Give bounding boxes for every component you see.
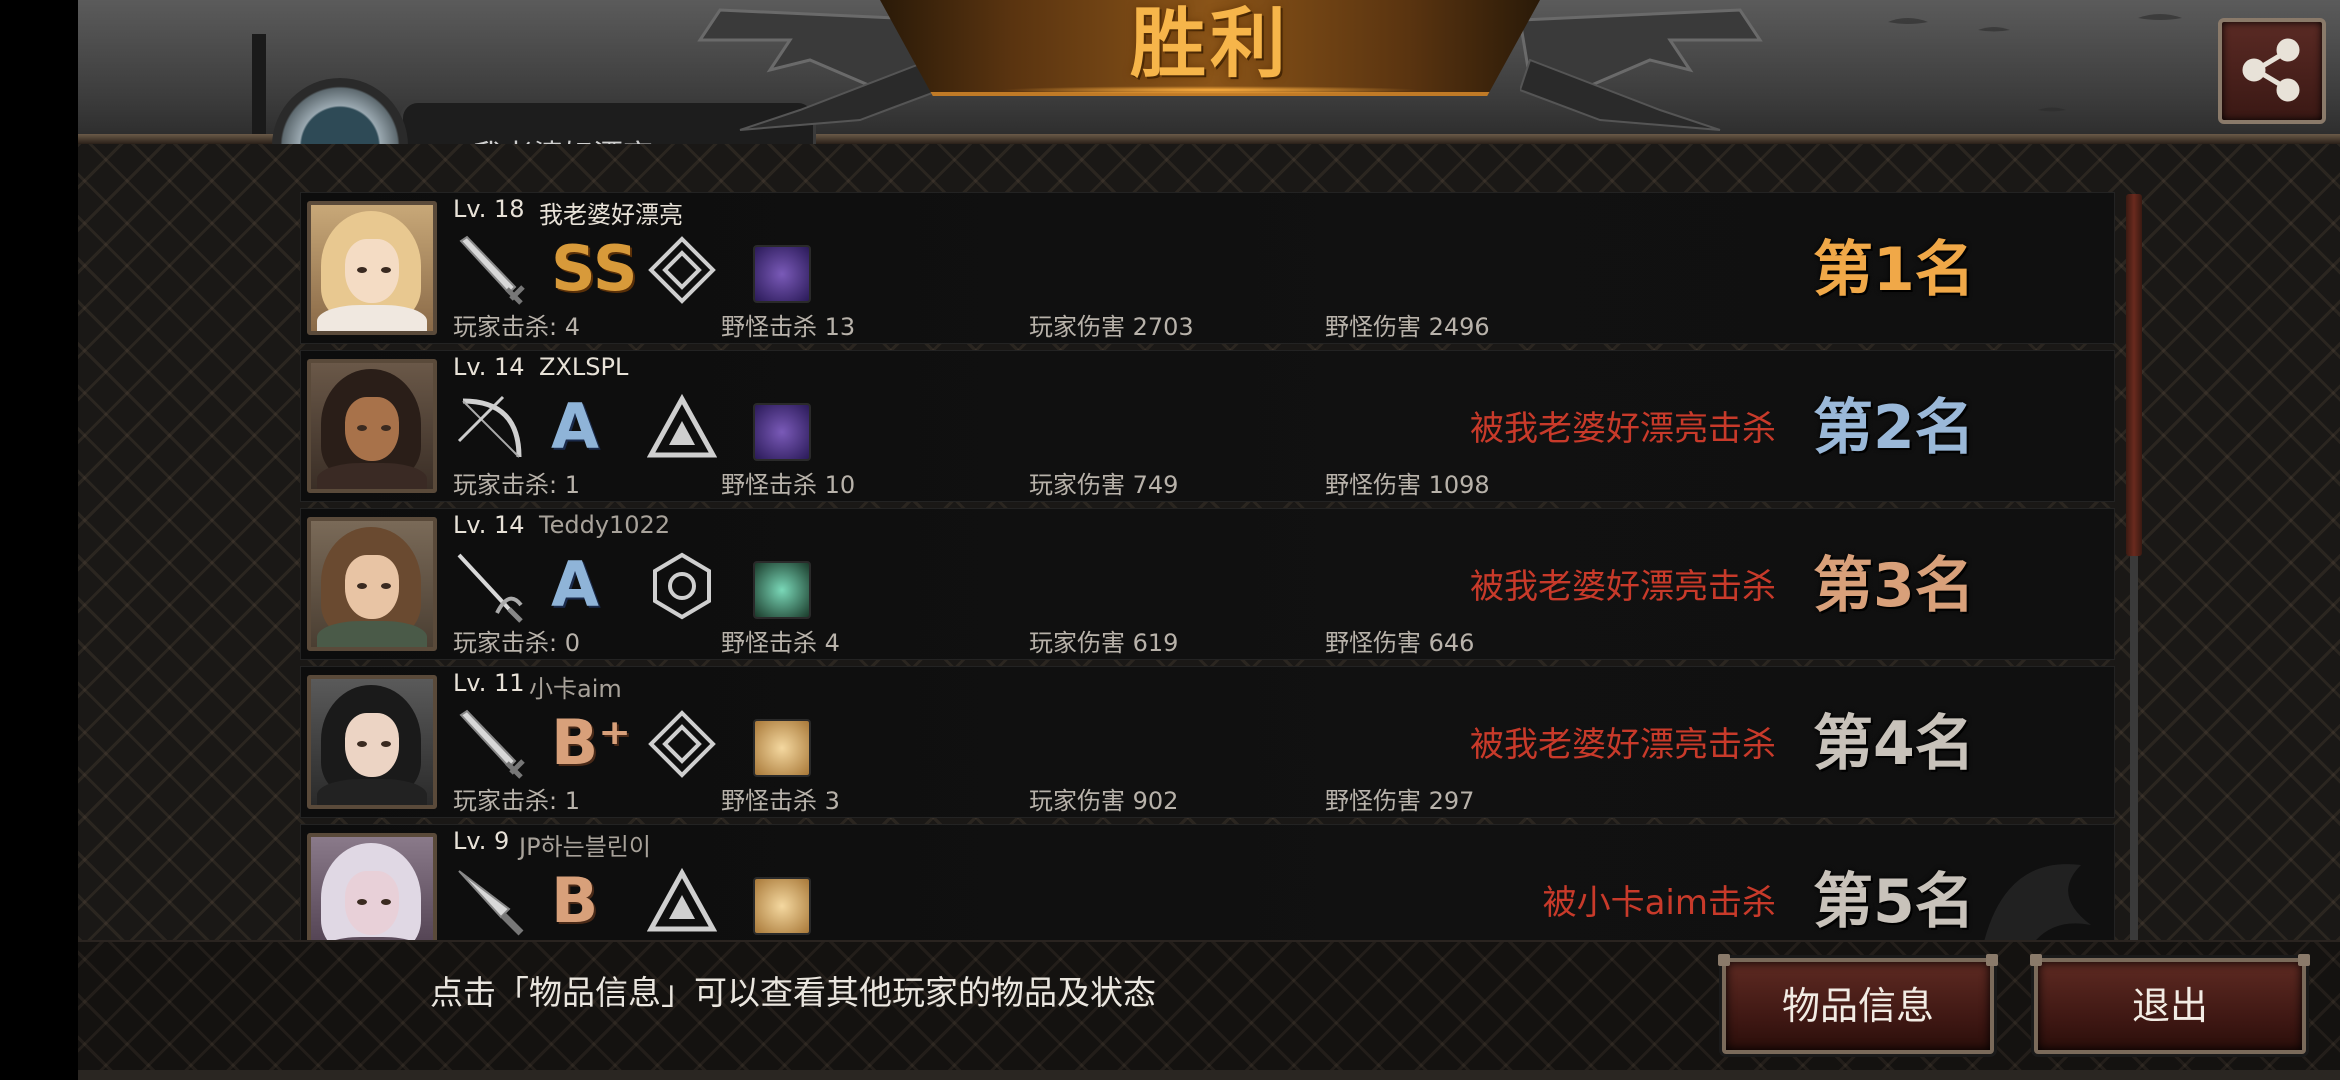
player-damage: 玩家伤害 2703: [1029, 313, 1194, 341]
title-glow: [1000, 86, 1420, 94]
player-results-list[interactable]: Lv. 18 我老婆好漂亮 SS 玩家击杀: 4 野怪击杀 13 玩家伤害 27…: [300, 192, 2115, 940]
triangle-rank-icon: [647, 867, 717, 932]
purple-beast-item-icon[interactable]: [753, 245, 811, 303]
rank-label: 第4名: [1813, 709, 1975, 779]
player-kills: 玩家击杀: 4: [453, 313, 580, 341]
list-scrollbar-thumb[interactable]: [2126, 194, 2142, 556]
monster-damage: 野怪伤害 1098: [1325, 471, 1490, 499]
bow-icon: [457, 395, 522, 458]
footer: [78, 940, 2340, 1080]
player-avatar: [307, 675, 437, 809]
monster-kills: 野怪击杀 10: [721, 471, 856, 499]
player-row-4[interactable]: Lv. 11 小卡aim B⁺ 玩家击杀: 1 野怪击杀 3 玩家伤害 902 …: [300, 666, 2115, 818]
player-damage: 玩家伤害 902: [1029, 787, 1179, 815]
player-avatar: [307, 517, 437, 651]
killed-by-text: 被我老婆好漂亮击杀: [1470, 725, 1776, 765]
share-icon: [2242, 38, 2300, 102]
player-avatar: [307, 359, 437, 493]
player-row-2[interactable]: Lv. 14 ZXLSPL A 玩家击杀: 1 野怪击杀 10 玩家伤害 749…: [300, 350, 2115, 502]
result-screen: 我老婆好漂亮 胜利: [0, 0, 2340, 1080]
player-kills: 玩家击杀: 1: [453, 787, 580, 815]
hint-text: 点击「物品信息」可以查看其他玩家的物品及状态: [430, 973, 1156, 1012]
grade-badge: A: [551, 390, 599, 463]
exit-button[interactable]: 退出: [2030, 954, 2310, 1054]
player-name: 小卡aim: [529, 675, 622, 703]
left-letterbox: [0, 0, 78, 1080]
killed-by-text: 被我老婆好漂亮击杀: [1470, 567, 1776, 607]
player-name: JP하는블린이: [519, 833, 651, 861]
monster-damage: 野怪伤害 2496: [1325, 313, 1490, 341]
player-name: Teddy1022: [539, 511, 671, 539]
player-avatar: [307, 833, 437, 940]
killed-by-text: 被我老婆好漂亮击杀: [1470, 409, 1776, 449]
player-level: Lv. 18: [453, 195, 525, 223]
player-row-3[interactable]: Lv. 14 Teddy1022 A 玩家击杀: 0 野怪击杀 4 玩家伤害 6…: [300, 508, 2115, 660]
player-kills: 玩家击杀: 1: [453, 471, 580, 499]
item-info-button[interactable]: 物品信息: [1718, 954, 1998, 1054]
rapier-icon: [457, 553, 523, 623]
hexagon-rank-icon: [653, 552, 711, 620]
page-title: 胜利: [1130, 0, 1290, 88]
player-damage: 玩家伤害 619: [1029, 629, 1179, 657]
bottom-border: [78, 1070, 2340, 1080]
monster-damage: 野怪伤害 646: [1325, 629, 1475, 657]
player-name: ZXLSPL: [539, 353, 629, 381]
player-damage: 玩家伤害 749: [1029, 471, 1179, 499]
rank-label: 第2名: [1813, 393, 1975, 463]
player-name: 我老婆好漂亮: [539, 201, 683, 229]
player-kills: 玩家击杀: 0: [453, 629, 580, 657]
bread-item-icon[interactable]: [753, 877, 811, 935]
player-level: Lv. 14: [453, 511, 525, 539]
purple-beast-item-icon[interactable]: [753, 403, 811, 461]
player-level: Lv. 9: [453, 827, 510, 855]
player-row-5[interactable]: Lv. 9 JP하는블린이 B 被小卡aim击杀 第5名: [300, 824, 2115, 940]
share-button[interactable]: [2218, 18, 2326, 124]
rank-label: 第5名: [1813, 867, 1975, 937]
right-wing-gun-icon: [1520, 8, 1763, 131]
player-row-1[interactable]: Lv. 18 我老婆好漂亮 SS 玩家击杀: 4 野怪击杀 13 玩家伤害 27…: [300, 192, 2115, 344]
player-level: Lv. 14: [453, 353, 525, 381]
grade-badge: B⁺: [551, 706, 631, 779]
header-pole: [252, 34, 266, 134]
monster-kills: 野怪击杀 13: [721, 313, 856, 341]
grade-badge: SS: [551, 232, 638, 305]
monster-kills: 野怪击杀 3: [721, 787, 840, 815]
knife-icon: [458, 870, 524, 936]
rank-label: 第1名: [1813, 235, 1975, 305]
monster-kills: 野怪击杀 4: [721, 629, 840, 657]
rank-label: 第3名: [1813, 551, 1975, 621]
diamond-rank-icon: [648, 710, 716, 778]
green-claw-item-icon[interactable]: [753, 561, 811, 619]
bread-item-icon[interactable]: [753, 719, 811, 777]
faded-emblem-icon: [1984, 864, 2091, 940]
grade-badge: A: [551, 548, 599, 621]
player-level: Lv. 11: [453, 669, 525, 697]
grade-badge: B: [551, 864, 599, 937]
killed-by-text: 被小卡aim击杀: [1542, 883, 1776, 923]
sword-icon: [459, 709, 525, 779]
monster-damage: 野怪伤害 297: [1325, 787, 1475, 815]
triangle-rank-icon: [647, 393, 717, 458]
diamond-rank-icon: [648, 236, 716, 304]
player-avatar: [307, 201, 437, 335]
sword-icon: [459, 235, 525, 305]
